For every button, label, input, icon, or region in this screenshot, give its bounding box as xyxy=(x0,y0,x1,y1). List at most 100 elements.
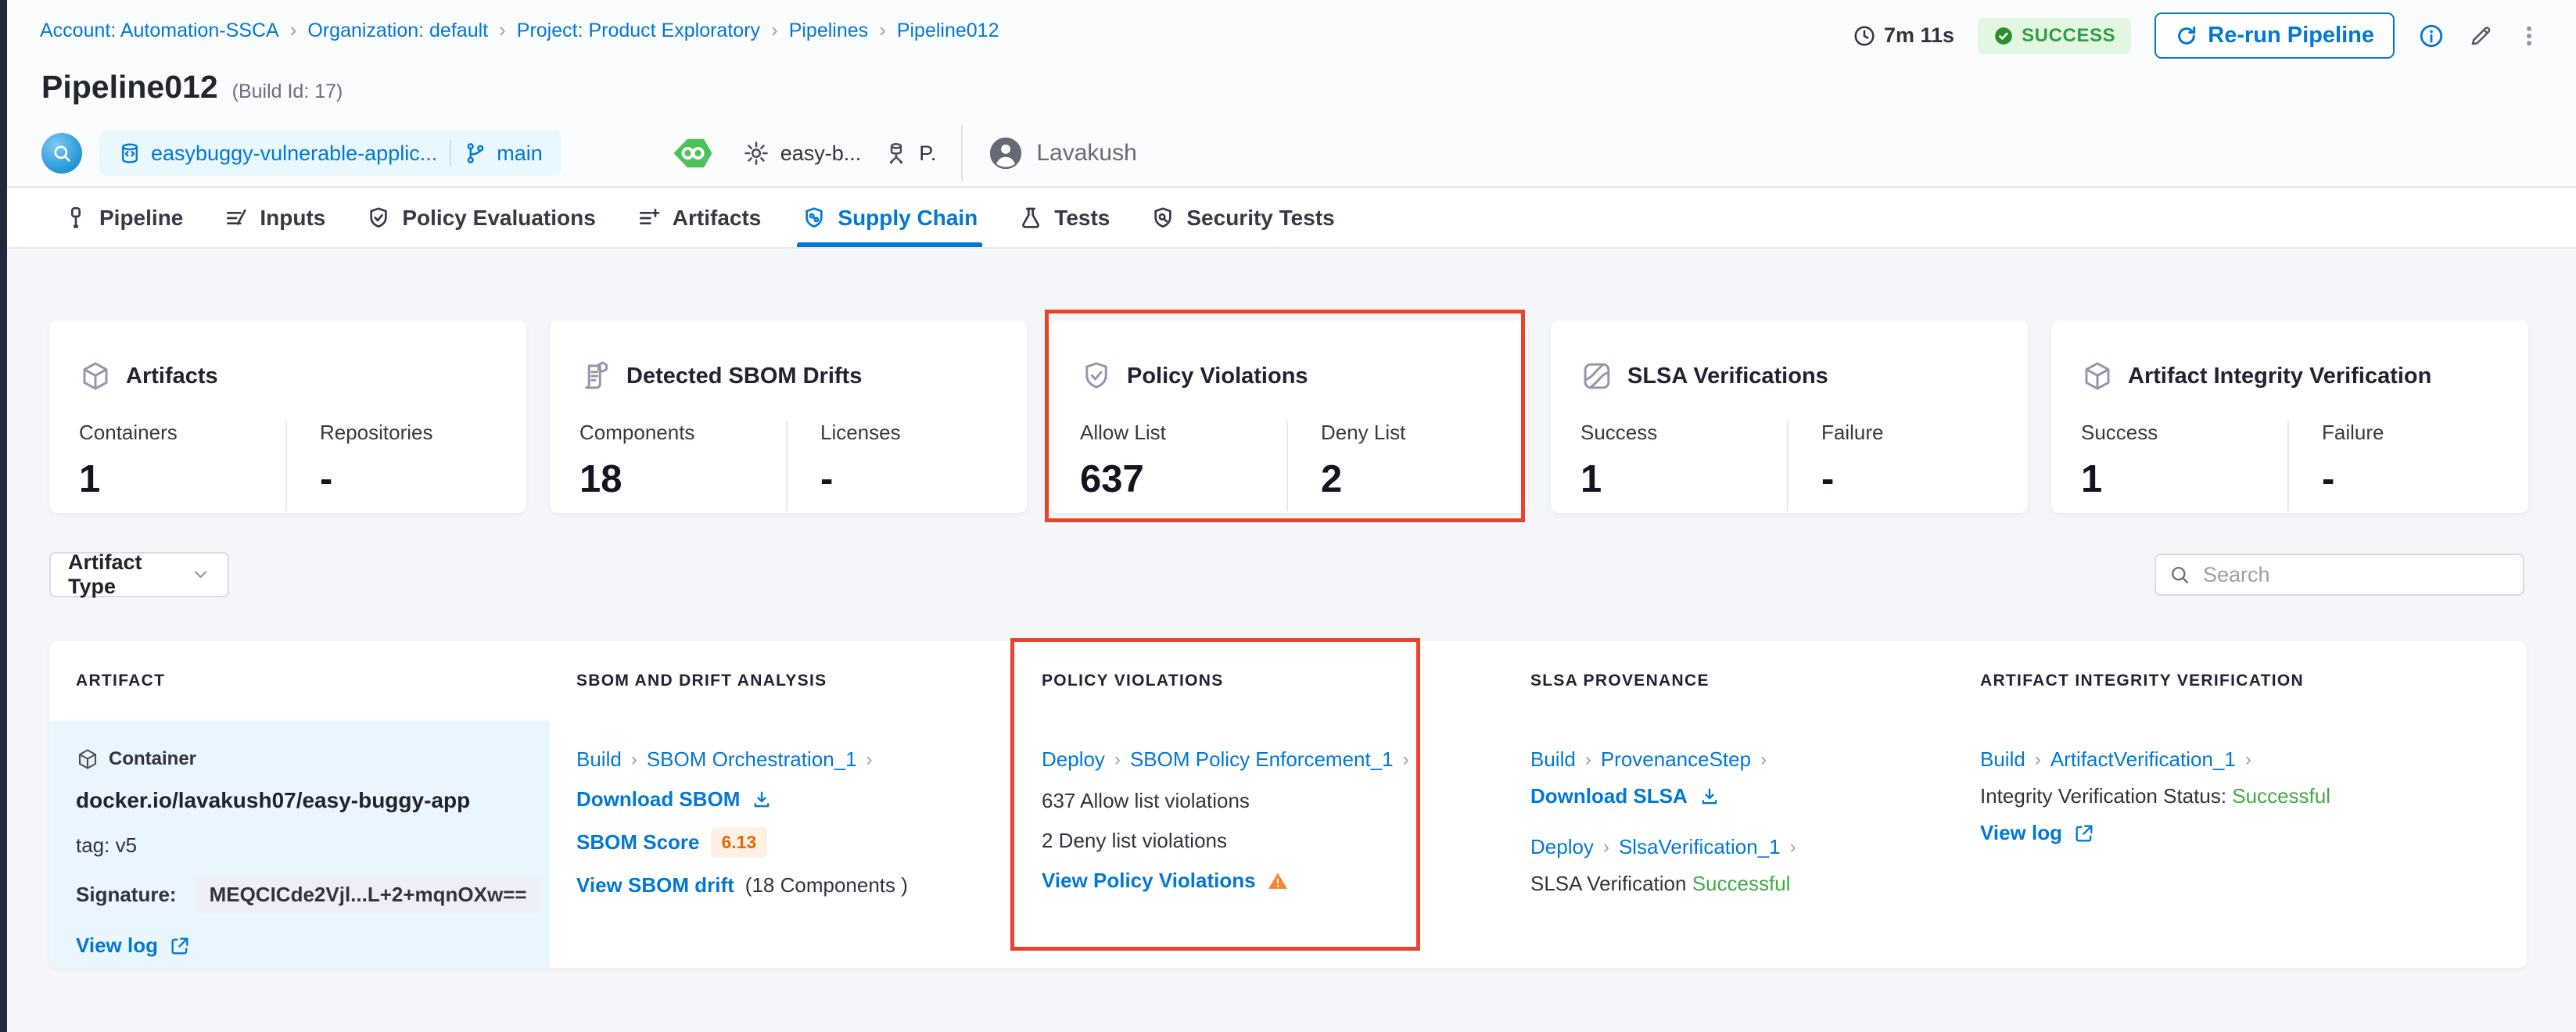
warning-icon xyxy=(1267,870,1289,892)
triggered-pipeline-chip[interactable]: easy-b... xyxy=(743,140,862,167)
stat-slsa-success: Success 1 xyxy=(1580,421,1787,511)
view-sbom-drift-link[interactable]: View SBOM drift xyxy=(576,873,734,898)
sbom-step-link[interactable]: SBOM Orchestration_1 xyxy=(647,747,857,772)
breadcrumb-separator: › xyxy=(290,18,297,42)
stat-value: - xyxy=(1821,457,2028,501)
stat-value: 1 xyxy=(79,457,285,501)
deny-list-violations: 2 Deny list violations xyxy=(1042,829,1488,853)
avatar-icon xyxy=(988,135,1024,171)
status-badge: SUCCESS xyxy=(1978,18,2131,54)
stat-label: Failure xyxy=(1821,421,2028,445)
inputs-icon xyxy=(224,206,249,231)
stat-label: Components xyxy=(579,421,786,445)
search-input[interactable] xyxy=(2154,554,2524,596)
stat-divider xyxy=(1286,421,1288,511)
sbom-stage-link[interactable]: Build xyxy=(576,747,622,772)
chevron-down-icon xyxy=(191,564,210,585)
tab-inputs[interactable]: Inputs xyxy=(224,189,325,247)
rerun-pipeline-button[interactable]: Re-run Pipeline xyxy=(2154,13,2395,59)
info-button[interactable] xyxy=(2418,23,2445,49)
stat-label: Allow List xyxy=(1080,421,1286,445)
cell-sbom: Build › SBOM Orchestration_1 › Download … xyxy=(550,721,1015,968)
code-repo-icon xyxy=(41,133,82,174)
slsa-stage2-link[interactable]: Deploy xyxy=(1530,835,1594,859)
stat-divider xyxy=(285,421,287,511)
breadcrumb-project[interactable]: Project: Product Exploratory xyxy=(517,20,760,42)
sbom-score-link[interactable]: SBOM Score xyxy=(576,830,700,855)
repository-icon xyxy=(118,142,142,165)
integrity-stage-link[interactable]: Build xyxy=(1980,747,2025,772)
slsa-step2-link[interactable]: SlsaVerification_1 xyxy=(1619,835,1781,859)
policy-step-link[interactable]: SBOM Policy Enforcement_1 xyxy=(1130,747,1394,772)
search-icon xyxy=(2169,564,2190,586)
tab-tests[interactable]: Tests xyxy=(1018,189,1110,247)
breadcrumb-pipelines[interactable]: Pipelines xyxy=(789,20,868,42)
integrity-step-link[interactable]: ArtifactVerification_1 xyxy=(2050,747,2236,772)
repo-chip: easybuggy-vulnerable-applic... main xyxy=(99,131,561,176)
stat-value: - xyxy=(2322,457,2528,501)
slsa-step1-link[interactable]: ProvenanceStep xyxy=(1601,747,1751,772)
artifact-type-select[interactable]: Artifact Type xyxy=(49,552,229,597)
chevron-separator: › xyxy=(1114,749,1121,771)
meta-divider xyxy=(961,125,963,181)
card-title: Artifacts xyxy=(126,364,218,389)
branch-name: main xyxy=(497,142,543,166)
view-policy-violations-link[interactable]: View Policy Violations xyxy=(1042,869,1256,893)
stat-value: 637 xyxy=(1080,457,1286,501)
flask-icon xyxy=(1018,206,1043,231)
view-log-link[interactable]: View log xyxy=(76,933,158,958)
chevron-separator: › xyxy=(1603,837,1609,858)
stat-divider xyxy=(786,421,788,511)
col-header-integrity: ARTIFACT INTEGRITY VERIFICATION xyxy=(1954,672,2527,690)
info-icon xyxy=(2418,23,2445,49)
signature-value: MEQCICde2Vjl...L+2+mqnOXw== xyxy=(196,876,541,913)
stat-integrity-success: Success 1 xyxy=(2081,421,2287,511)
gear-icon xyxy=(743,140,770,167)
breadcrumb-separator: › xyxy=(499,18,506,42)
more-options-button[interactable] xyxy=(2517,23,2542,48)
tab-supply-chain[interactable]: Supply Chain xyxy=(802,189,978,247)
shield-search-icon xyxy=(1150,206,1175,231)
repo-link[interactable]: easybuggy-vulnerable-applic... xyxy=(118,142,437,166)
tab-security-tests[interactable]: Security Tests xyxy=(1150,189,1334,247)
stat-label: Licenses xyxy=(820,421,1027,445)
tab-artifacts[interactable]: Artifacts xyxy=(637,189,762,247)
card-artifacts: Artifacts Containers 1 Repositories - xyxy=(49,321,526,513)
branch-link[interactable]: main xyxy=(464,142,543,166)
cube-icon xyxy=(79,360,112,392)
status-text: SUCCESS xyxy=(2022,25,2115,47)
shield-check-icon xyxy=(1080,360,1113,392)
tab-policy-evaluations[interactable]: Policy Evaluations xyxy=(366,189,595,247)
slsa-status-value: Successful xyxy=(1692,872,1791,895)
col-header-sbom: SBOM AND DRIFT ANALYSIS xyxy=(550,672,1015,690)
slsa-status-label: SLSA Verification xyxy=(1530,872,1686,895)
chevron-separator: › xyxy=(2245,749,2251,771)
chevron-separator: › xyxy=(1760,749,1767,771)
edit-pipeline-button[interactable] xyxy=(2468,23,2493,48)
download-slsa-link[interactable]: Download SLSA xyxy=(1530,784,1688,808)
breadcrumb-org[interactable]: Organization: default xyxy=(307,20,488,42)
stat-value: - xyxy=(320,457,526,501)
cell-slsa-provenance: Build › ProvenanceStep › Download SLSA D… xyxy=(1504,721,1954,968)
policy-stage-link[interactable]: Deploy xyxy=(1042,747,1105,772)
breadcrumb-separator: › xyxy=(879,18,886,42)
breadcrumb-pipeline012[interactable]: Pipeline012 xyxy=(897,20,999,42)
execution-duration: 7m 11s xyxy=(1853,23,1954,48)
signature-label: Signature: xyxy=(76,883,177,907)
git-branch-icon xyxy=(464,142,487,165)
stage-chip[interactable]: P. xyxy=(883,140,936,167)
stat-value: - xyxy=(820,457,1027,501)
title-row: Pipeline012 (Build Id: 17) xyxy=(41,69,343,106)
card-policy-violations: Policy Violations Allow List 637 Deny Li… xyxy=(1050,321,1527,513)
ci-module-icon xyxy=(671,131,715,175)
view-log-link[interactable]: View log xyxy=(1980,821,2062,845)
stat-deny-list: Deny List 2 xyxy=(1321,421,1527,511)
breadcrumb-account[interactable]: Account: Automation-SSCA xyxy=(40,20,279,42)
slsa-stage1-link[interactable]: Build xyxy=(1530,747,1576,772)
kebab-menu-icon xyxy=(2517,23,2542,48)
chevron-separator: › xyxy=(2035,749,2041,771)
download-sbom-link[interactable]: Download SBOM xyxy=(576,787,740,812)
stat-containers: Containers 1 xyxy=(79,421,285,511)
tab-pipeline[interactable]: Pipeline xyxy=(63,189,183,247)
chevron-separator: › xyxy=(866,749,873,771)
